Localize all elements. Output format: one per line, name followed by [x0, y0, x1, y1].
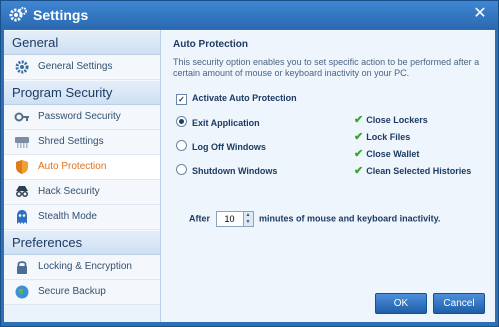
check-mark-icon: ✔: [354, 148, 364, 160]
sidebar-item-label: Hack Security: [38, 186, 100, 197]
lock-icon: [17, 261, 27, 274]
sidebar-item-stealth-mode[interactable]: Stealth Mode: [4, 205, 160, 230]
feature-label: Clean Selected Histories: [366, 166, 472, 176]
checkbox-box: ✓: [176, 94, 187, 105]
sidebar-item-label: Locking & Encryption: [38, 261, 132, 272]
sidebar-item-hack-security[interactable]: Hack Security: [4, 180, 160, 205]
shredder-icon: [15, 137, 29, 148]
sidebar-item-label: Stealth Mode: [38, 211, 97, 222]
ghost-icon: [17, 210, 27, 224]
sidebar-item-label: Auto Protection: [38, 161, 107, 172]
check-mark-icon: ✔: [354, 114, 364, 126]
minutes-suffix-label: minutes of mouse and keyboard inactivity…: [259, 213, 441, 224]
section-header-general: General: [4, 30, 160, 55]
close-button[interactable]: ✕: [470, 5, 490, 23]
feature-label: Close Wallet: [366, 149, 420, 159]
radio-button: [176, 164, 187, 175]
globe-icon: [15, 285, 29, 299]
sidebar-item-label: Secure Backup: [38, 286, 106, 297]
feature-close-lockers: ✔ Close Lockers: [354, 113, 428, 126]
page-description: This security option enables you to set …: [173, 57, 480, 78]
minutes-stepper[interactable]: 10 ▲ ▼: [215, 211, 254, 227]
sidebar-item-general-settings[interactable]: General Settings: [4, 55, 160, 80]
sidebar-item-secure-backup[interactable]: Secure Backup: [4, 280, 160, 305]
checkbox-label: Activate Auto Protection: [192, 93, 297, 103]
radio-button: [176, 116, 187, 127]
sidebar-item-label: Password Security: [38, 111, 121, 122]
gear-icon: [9, 7, 27, 22]
minutes-value[interactable]: 10: [217, 212, 243, 226]
feature-lock-files: ✔ Lock Files: [354, 130, 410, 143]
key-icon: [14, 112, 29, 122]
radio-log-off-windows[interactable]: Log Off Windows: [176, 140, 266, 152]
sidebar-item-auto-protection[interactable]: Auto Protection: [4, 155, 160, 180]
spy-icon: [16, 186, 28, 197]
radio-label: Log Off Windows: [192, 142, 266, 152]
gear-icon: [15, 60, 29, 74]
feature-label: Close Lockers: [366, 115, 428, 125]
check-mark-icon: ✔: [354, 131, 364, 143]
sidebar: General General Settings Program Securit…: [4, 30, 161, 322]
page-title: Auto Protection: [173, 39, 248, 50]
sidebar-item-locking-encryption[interactable]: Locking & Encryption: [4, 255, 160, 280]
section-header-program-security: Program Security: [4, 80, 160, 105]
sidebar-item-label: General Settings: [38, 61, 113, 72]
sidebar-item-shred-settings[interactable]: Shred Settings: [4, 130, 160, 155]
radio-exit-application[interactable]: Exit Application: [176, 116, 260, 128]
feature-clean-selected-histories: ✔ Clean Selected Histories: [354, 164, 471, 177]
radio-label: Shutdown Windows: [192, 166, 278, 176]
feature-close-wallet: ✔ Close Wallet: [354, 147, 419, 160]
section-header-preferences: Preferences: [4, 230, 160, 255]
stepper-down-arrow-icon[interactable]: ▼: [242, 219, 253, 226]
window-title: Settings: [33, 7, 89, 23]
sidebar-item-label: Shred Settings: [38, 136, 104, 147]
sidebar-item-password-security[interactable]: Password Security: [4, 105, 160, 130]
settings-window: Settings ✕ General General Settings Prog…: [0, 0, 499, 327]
after-label: After: [189, 213, 211, 224]
radio-button: [176, 140, 187, 151]
ok-button[interactable]: OK: [375, 293, 427, 314]
stepper-up-arrow-icon[interactable]: ▲: [242, 212, 253, 219]
title-bar: Settings ✕: [1, 1, 498, 29]
radio-shutdown-windows[interactable]: Shutdown Windows: [176, 164, 277, 176]
feature-label: Lock Files: [366, 132, 411, 142]
check-mark-icon: ✔: [354, 165, 364, 177]
inactivity-setting: After 10 ▲ ▼ minutes of mouse and keyboa…: [189, 211, 440, 227]
shield-icon: [16, 160, 28, 174]
radio-label: Exit Application: [192, 118, 260, 128]
main-panel: Auto Protection This security option ena…: [161, 30, 495, 322]
cancel-button[interactable]: Cancel: [433, 293, 485, 314]
activate-auto-protection-checkbox[interactable]: ✓ Activate Auto Protection: [176, 93, 297, 105]
